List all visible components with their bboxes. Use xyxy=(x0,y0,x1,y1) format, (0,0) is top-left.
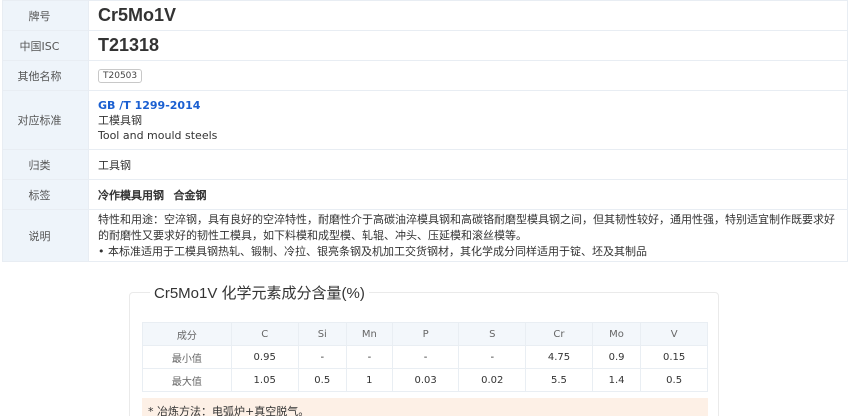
description-note: • 本标准适用于工模具钢热轧、锻制、冷拉、银亮条钢及机加工交货钢材，其化学成分同… xyxy=(98,244,647,258)
tag-item[interactable]: 合金钢 xyxy=(174,189,207,202)
chem-header-cell: P xyxy=(391,322,460,346)
chem-header-cell: Mn xyxy=(345,322,393,346)
chem-cell: 0.5 xyxy=(297,368,347,392)
standard-name-cn: 工模具钢 xyxy=(98,113,142,127)
standard-link[interactable]: GB /T 1299-2014 xyxy=(98,98,838,113)
row-category: 归类 工具钢 xyxy=(2,149,848,180)
chem-row-min: 最小值 0.95 - - - - 4.75 0.9 0.15 xyxy=(142,345,708,369)
chem-cell: 4.75 xyxy=(525,345,593,369)
chem-cell: - xyxy=(297,345,347,369)
row-tags: 标签 冷作模具用钢 合金钢 xyxy=(2,179,848,210)
other-name-tag[interactable]: T20503 xyxy=(98,69,143,83)
chem-cell: 1.05 xyxy=(230,368,299,392)
isc-label: 中国ISC xyxy=(2,30,89,61)
tag-item[interactable]: 冷作模具用钢 xyxy=(98,189,164,202)
chem-cell: 最小值 xyxy=(142,345,232,369)
chem-header-cell: 成分 xyxy=(142,322,232,346)
chem-cell: 0.02 xyxy=(458,368,527,392)
chem-header-cell: Mo xyxy=(591,322,642,346)
chem-cell: 0.03 xyxy=(391,368,460,392)
row-standard: 对应标准 GB /T 1299-2014 工模具钢 Tool and mould… xyxy=(2,90,848,150)
grade-label: 牌号 xyxy=(2,0,89,31)
chem-header-cell: Si xyxy=(297,322,347,346)
chem-title: Cr5Mo1V 化学元素成分含量(%) xyxy=(150,282,369,303)
row-grade: 牌号 Cr5Mo1V xyxy=(2,0,848,31)
chem-table: 成分 C Si Mn P S Cr Mo V 最小值 0.95 - - - - … xyxy=(142,322,708,392)
chem-cell: - xyxy=(391,345,460,369)
smelting-note: * 冶炼方法：电弧炉+真空脱气。 xyxy=(142,398,708,416)
chem-row-max: 最大值 1.05 0.5 1 0.03 0.02 5.5 1.4 0.5 xyxy=(142,368,708,392)
description-label: 说明 xyxy=(2,209,89,262)
chem-composition-panel: Cr5Mo1V 化学元素成分含量(%) 成分 C Si Mn P S Cr Mo… xyxy=(129,282,719,416)
chem-header-cell: Cr xyxy=(525,322,593,346)
tags-label: 标签 xyxy=(2,179,89,210)
chem-cell: 0.15 xyxy=(640,345,708,369)
chem-cell: 0.95 xyxy=(230,345,299,369)
row-other-names: 其他名称 T20503 xyxy=(2,60,848,91)
chem-cell: 0.9 xyxy=(591,345,642,369)
category-value: 工具钢 xyxy=(98,158,131,172)
other-names-label: 其他名称 xyxy=(2,60,89,91)
category-label: 归类 xyxy=(2,149,89,180)
grade-value: Cr5Mo1V xyxy=(98,5,177,25)
chem-cell: 5.5 xyxy=(525,368,593,392)
chem-cell: - xyxy=(458,345,527,369)
material-info-table: 牌号 Cr5Mo1V 中国ISC T21318 其他名称 T20503 对应标准… xyxy=(2,0,848,262)
description-text: 特性和用途：空淬钢，具有良好的空淬特性，耐磨性介于高碳油淬模具钢和高碳铬耐磨型模… xyxy=(98,212,835,242)
standard-label: 对应标准 xyxy=(2,90,89,150)
chem-cell: 0.5 xyxy=(640,368,708,392)
chem-cell: - xyxy=(345,345,393,369)
row-isc: 中国ISC T21318 xyxy=(2,30,848,61)
row-description: 说明 特性和用途：空淬钢，具有良好的空淬特性，耐磨性介于高碳油淬模具钢和高碳铬耐… xyxy=(2,209,848,262)
chem-header-cell: S xyxy=(458,322,527,346)
isc-value: T21318 xyxy=(98,35,160,55)
chem-cell: 1.4 xyxy=(591,368,642,392)
chem-header-row: 成分 C Si Mn P S Cr Mo V xyxy=(142,322,708,346)
chem-cell: 1 xyxy=(345,368,393,392)
chem-cell: 最大值 xyxy=(142,368,232,392)
chem-header-cell: V xyxy=(640,322,708,346)
chem-header-cell: C xyxy=(230,322,299,346)
standard-name-en: Tool and mould steels xyxy=(98,128,218,142)
